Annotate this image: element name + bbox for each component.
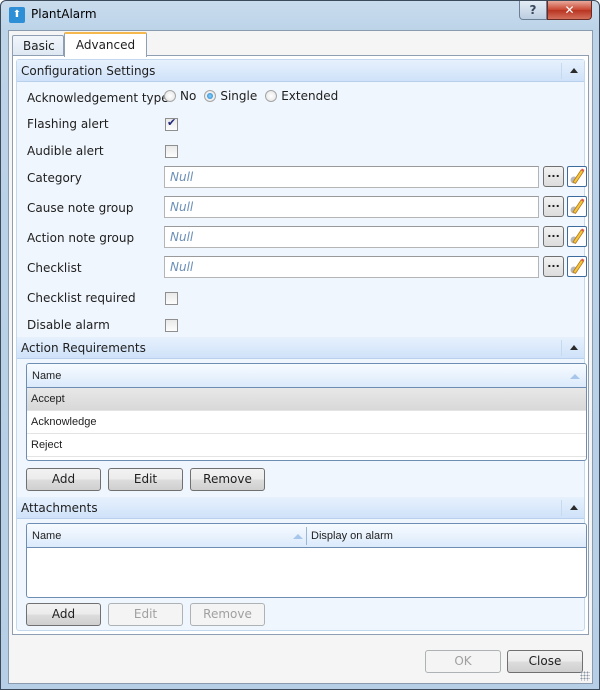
radio-single-label[interactable]: Single: [220, 89, 257, 103]
radio-extended[interactable]: [265, 90, 278, 102]
header-separator: [561, 340, 562, 356]
resize-grip[interactable]: [580, 671, 590, 681]
pencil-gear-icon: [570, 258, 585, 275]
audible-alert-checkbox[interactable]: [165, 145, 178, 158]
column-header-display-on-alarm[interactable]: Display on alarm: [306, 524, 393, 548]
radio-no[interactable]: [164, 90, 176, 102]
action-edit-button[interactable]: Edit: [108, 468, 183, 491]
attachment-edit-button[interactable]: Edit: [108, 603, 183, 626]
sort-ascending-icon: [293, 534, 303, 539]
flashing-alert-checkbox[interactable]: [165, 116, 178, 131]
grid-header: Name Display on alarm: [27, 524, 586, 548]
table-row[interactable]: Accept: [27, 388, 586, 411]
radio-no-label[interactable]: No: [180, 89, 196, 103]
sort-ascending-icon: [570, 374, 580, 379]
action-requirements-header[interactable]: Action Requirements: [17, 337, 584, 359]
checklist-required-label: Checklist required: [27, 291, 136, 305]
ack-type-label: Acknowledgement type: [27, 91, 169, 105]
pencil-gear-icon: [570, 198, 585, 215]
cause-note-group-field[interactable]: Null: [164, 196, 539, 218]
action-note-group-browse-button[interactable]: ...: [543, 226, 564, 247]
ack-type-radio-group: No Single Extended: [164, 89, 346, 103]
action-note-group-label: Action note group: [27, 231, 135, 245]
radio-single[interactable]: [204, 90, 217, 102]
header-separator: [561, 63, 562, 79]
pencil-gear-icon: [570, 168, 585, 185]
action-requirements-grid: Name Accept Acknowledge Reject: [26, 363, 587, 461]
title-bar[interactable]: ⬆ PlantAlarm ? ✕: [1, 1, 599, 29]
category-field[interactable]: Null: [164, 166, 539, 188]
disable-alarm-label: Disable alarm: [27, 318, 110, 332]
pencil-gear-icon: [570, 228, 585, 245]
checklist-field[interactable]: Null: [164, 256, 539, 278]
table-row[interactable]: Acknowledge: [27, 411, 586, 434]
ack-type-row: Acknowledgement type No Single Extended: [17, 88, 584, 108]
attachments-title: Attachments: [21, 501, 98, 515]
table-row[interactable]: Reject: [27, 434, 586, 457]
cause-note-group-label: Cause note group: [27, 201, 134, 215]
collapse-icon[interactable]: [570, 505, 578, 510]
header-separator: [561, 500, 562, 516]
attachment-add-button[interactable]: Add: [26, 603, 101, 626]
action-note-group-field[interactable]: Null: [164, 226, 539, 248]
action-remove-button[interactable]: Remove: [190, 468, 265, 491]
action-requirements-title: Action Requirements: [21, 341, 146, 355]
cause-note-group-edit-button[interactable]: [567, 196, 587, 217]
dialog-client: Basic Advanced Configuration Settings Ac…: [8, 30, 593, 684]
category-browse-button[interactable]: ...: [543, 166, 564, 187]
dialog-window: ⬆ PlantAlarm ? ✕ Basic Advanced Configur…: [0, 0, 600, 690]
help-button[interactable]: ?: [519, 1, 547, 20]
close-button[interactable]: Close: [507, 650, 583, 673]
flashing-alert-label: Flashing alert: [27, 117, 109, 131]
column-header-name[interactable]: Name: [27, 364, 61, 388]
column-header-name[interactable]: Name: [27, 524, 61, 548]
tab-advanced[interactable]: Advanced: [64, 32, 147, 57]
configuration-settings-title: Configuration Settings: [21, 64, 156, 78]
cause-note-group-browse-button[interactable]: ...: [543, 196, 564, 217]
advanced-tab-panel: Configuration Settings Acknowledgement t…: [12, 55, 589, 635]
audible-alert-label: Audible alert: [27, 144, 104, 158]
checklist-edit-button[interactable]: [567, 256, 587, 277]
attachments-grid: Name Display on alarm: [26, 523, 587, 598]
settings-container: Configuration Settings Acknowledgement t…: [16, 59, 587, 631]
window-close-button[interactable]: ✕: [547, 1, 592, 20]
grid-header: Name: [27, 364, 586, 388]
attachments-header[interactable]: Attachments: [17, 497, 584, 519]
radio-extended-label[interactable]: Extended: [281, 89, 338, 103]
action-add-button[interactable]: Add: [26, 468, 101, 491]
checklist-browse-button[interactable]: ...: [543, 256, 564, 277]
disable-alarm-checkbox[interactable]: [165, 319, 178, 332]
collapse-icon[interactable]: [570, 68, 578, 73]
dialog-footer: OK Close: [9, 637, 592, 683]
configuration-settings-header[interactable]: Configuration Settings: [17, 60, 584, 82]
category-edit-button[interactable]: [567, 166, 587, 187]
attachment-remove-button[interactable]: Remove: [190, 603, 265, 626]
ok-button[interactable]: OK: [425, 650, 501, 673]
tab-basic[interactable]: Basic: [12, 35, 64, 56]
collapse-icon[interactable]: [570, 345, 578, 350]
category-label: Category: [27, 171, 82, 185]
plant-alarm-icon: ⬆: [9, 7, 25, 23]
action-note-group-edit-button[interactable]: [567, 226, 587, 247]
window-title: PlantAlarm: [31, 7, 97, 21]
checklist-required-checkbox[interactable]: [165, 292, 178, 305]
checklist-label: Checklist: [27, 261, 82, 275]
